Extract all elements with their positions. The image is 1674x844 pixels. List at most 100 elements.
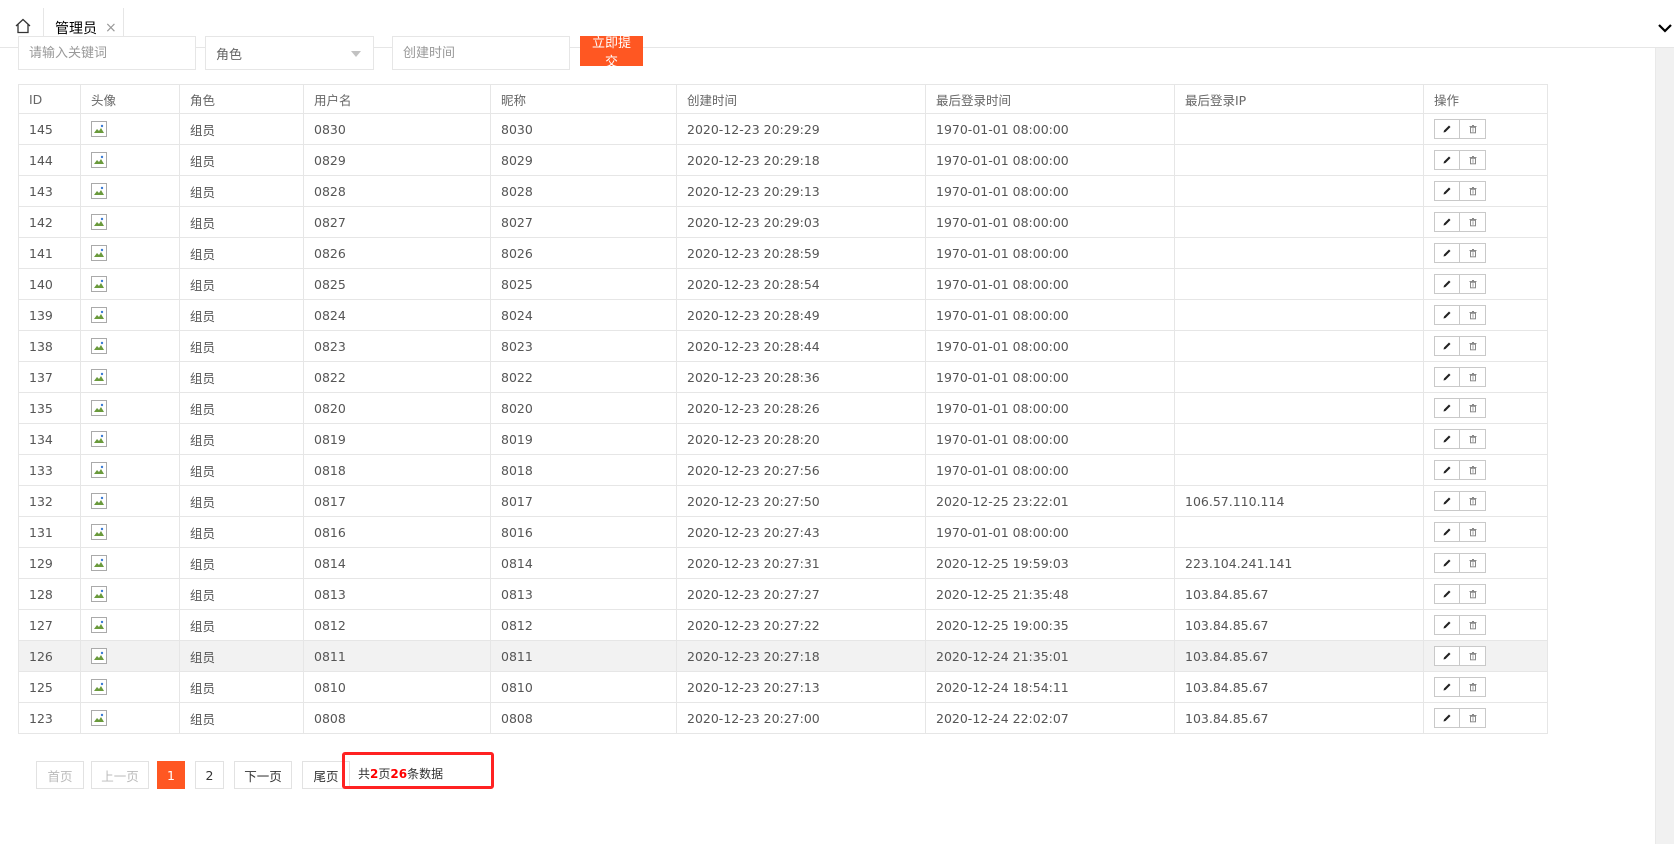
page-1-button[interactable]: 1 <box>157 761 185 789</box>
edit-button[interactable] <box>1434 398 1460 418</box>
edit-button[interactable] <box>1434 522 1460 542</box>
cell-id: 145 <box>18 113 81 145</box>
table-row[interactable]: 137 组员 0822 8022 2020-12-23 20:28:36 1970-01-… <box>18 361 1548 393</box>
summary-mid: 页 <box>378 767 391 781</box>
delete-button[interactable] <box>1460 274 1486 294</box>
edit-button[interactable] <box>1434 584 1460 604</box>
table-row[interactable]: 129 组员 0814 0814 2020-12-23 20:27:31 2020-12-… <box>18 547 1548 579</box>
table-row[interactable]: 134 组员 0819 8019 2020-12-23 20:28:20 1970-01-… <box>18 423 1548 455</box>
cell-username: 0828 <box>303 175 491 207</box>
edit-button[interactable] <box>1434 491 1460 511</box>
delete-button[interactable] <box>1460 429 1486 449</box>
table-row[interactable]: 141 组员 0826 8026 2020-12-23 20:28:59 1970-01-… <box>18 237 1548 269</box>
delete-button[interactable] <box>1460 181 1486 201</box>
edit-button[interactable] <box>1434 615 1460 635</box>
cell-last-login: 2020-12-25 19:59:03 <box>925 547 1175 579</box>
edit-button[interactable] <box>1434 274 1460 294</box>
cell-last-login: 1970-01-01 08:00:00 <box>925 144 1175 176</box>
edit-button[interactable] <box>1434 243 1460 263</box>
header-username: 用户名 <box>303 84 491 114</box>
pencil-icon <box>1442 122 1452 137</box>
cell-id: 143 <box>18 175 81 207</box>
delete-button[interactable] <box>1460 150 1486 170</box>
cell-created: 2020-12-23 20:28:54 <box>676 268 926 300</box>
next-page-button[interactable]: 下一页 <box>234 761 292 789</box>
table-row[interactable]: 132 组员 0817 8017 2020-12-23 20:27:50 2020-12-… <box>18 485 1548 517</box>
chevron-down-icon[interactable] <box>1656 20 1674 36</box>
edit-button[interactable] <box>1434 646 1460 666</box>
table-row[interactable]: 143 组员 0828 8028 2020-12-23 20:29:13 1970-01-… <box>18 175 1548 207</box>
table-row[interactable]: 142 组员 0827 8027 2020-12-23 20:29:03 1970-01-… <box>18 206 1548 238</box>
page-2-button[interactable]: 2 <box>195 761 224 789</box>
edit-button[interactable] <box>1434 553 1460 573</box>
keyword-input[interactable] <box>18 36 196 70</box>
delete-button[interactable] <box>1460 491 1486 511</box>
trash-icon <box>1468 432 1478 447</box>
table-row[interactable]: 139 组员 0824 8024 2020-12-23 20:28:49 1970-01-… <box>18 299 1548 331</box>
edit-button[interactable] <box>1434 336 1460 356</box>
edit-button[interactable] <box>1434 460 1460 480</box>
delete-button[interactable] <box>1460 553 1486 573</box>
edit-button[interactable] <box>1434 708 1460 728</box>
table-row[interactable]: 131 组员 0816 8016 2020-12-23 20:27:43 1970-01-… <box>18 516 1548 548</box>
cell-last-ip <box>1174 144 1424 176</box>
cell-last-ip: 223.104.241.141 <box>1174 547 1424 579</box>
table-row[interactable]: 123 组员 0808 0808 2020-12-23 20:27:00 2020-12-… <box>18 702 1548 734</box>
edit-button[interactable] <box>1434 119 1460 139</box>
broken-image-icon <box>91 245 107 262</box>
created-time-input[interactable] <box>392 36 570 70</box>
table-row[interactable]: 140 组员 0825 8025 2020-12-23 20:28:54 1970-01-… <box>18 268 1548 300</box>
submit-button[interactable]: 立即提交 <box>580 36 643 70</box>
edit-button[interactable] <box>1434 150 1460 170</box>
delete-button[interactable] <box>1460 243 1486 263</box>
cell-avatar <box>80 392 180 424</box>
edit-button[interactable] <box>1434 429 1460 449</box>
cell-created: 2020-12-23 20:27:56 <box>676 454 926 486</box>
table-row[interactable]: 133 组员 0818 8018 2020-12-23 20:27:56 1970-01-… <box>18 454 1548 486</box>
cell-actions <box>1423 175 1548 207</box>
delete-button[interactable] <box>1460 708 1486 728</box>
delete-button[interactable] <box>1460 367 1486 387</box>
cell-id: 133 <box>18 454 81 486</box>
broken-image-icon <box>91 369 107 386</box>
cell-last-ip <box>1174 330 1424 362</box>
delete-button[interactable] <box>1460 677 1486 697</box>
delete-button[interactable] <box>1460 212 1486 232</box>
table-row[interactable]: 126 组员 0811 0811 2020-12-23 20:27:18 2020-12-… <box>18 640 1548 672</box>
table-row[interactable]: 145 组员 0830 8030 2020-12-23 20:29:29 1970-01-… <box>18 113 1548 145</box>
broken-image-icon <box>91 524 107 541</box>
vertical-scrollbar[interactable] <box>1655 48 1674 844</box>
table-row[interactable]: 125 组员 0810 0810 2020-12-23 20:27:13 2020-12-… <box>18 671 1548 703</box>
delete-button[interactable] <box>1460 398 1486 418</box>
cell-id: 129 <box>18 547 81 579</box>
delete-button[interactable] <box>1460 119 1486 139</box>
delete-button[interactable] <box>1460 336 1486 356</box>
cell-avatar <box>80 237 180 269</box>
delete-button[interactable] <box>1460 522 1486 542</box>
edit-button[interactable] <box>1434 305 1460 325</box>
delete-button[interactable] <box>1460 305 1486 325</box>
broken-image-icon <box>91 183 107 200</box>
delete-button[interactable] <box>1460 646 1486 666</box>
delete-button[interactable] <box>1460 584 1486 604</box>
role-select[interactable]: 角色 <box>205 36 374 70</box>
delete-button[interactable] <box>1460 460 1486 480</box>
broken-image-icon <box>91 493 107 510</box>
table-row[interactable]: 127 组员 0812 0812 2020-12-23 20:27:22 2020-12-… <box>18 609 1548 641</box>
cell-last-ip <box>1174 423 1424 455</box>
edit-button[interactable] <box>1434 212 1460 232</box>
total-records: 26 <box>390 766 408 781</box>
edit-button[interactable] <box>1434 181 1460 201</box>
delete-button[interactable] <box>1460 615 1486 635</box>
prev-page-button[interactable]: 上一页 <box>91 761 149 789</box>
edit-button[interactable] <box>1434 677 1460 697</box>
home-icon[interactable] <box>14 17 32 35</box>
table-row[interactable]: 128 组员 0813 0813 2020-12-23 20:27:27 2020-12-… <box>18 578 1548 610</box>
table-row[interactable]: 135 组员 0820 8020 2020-12-23 20:28:26 1970-01-… <box>18 392 1548 424</box>
first-page-button[interactable]: 首页 <box>36 761 84 789</box>
edit-button[interactable] <box>1434 367 1460 387</box>
pencil-icon <box>1442 308 1452 323</box>
table-row[interactable]: 138 组员 0823 8023 2020-12-23 20:28:44 1970-01-… <box>18 330 1548 362</box>
close-icon[interactable]: × <box>105 21 117 35</box>
table-row[interactable]: 144 组员 0829 8029 2020-12-23 20:29:18 1970-01-… <box>18 144 1548 176</box>
